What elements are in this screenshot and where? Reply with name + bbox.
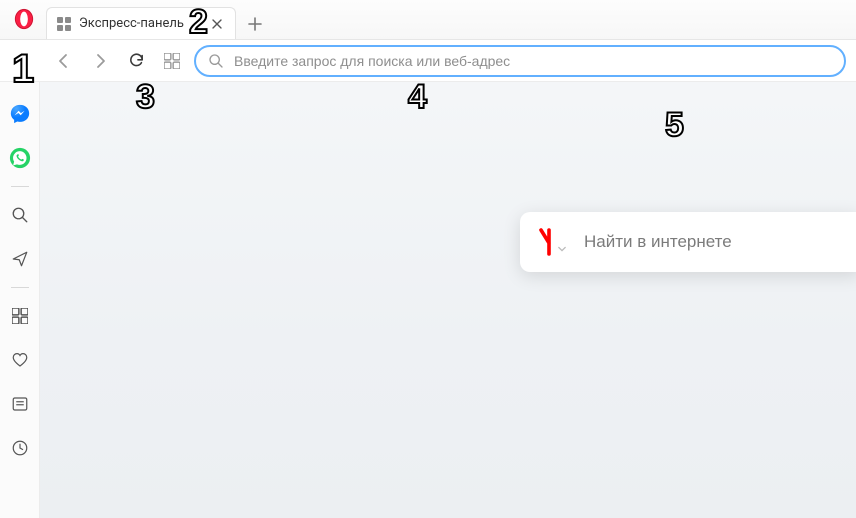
address-input[interactable] [234, 53, 832, 69]
search-icon [11, 206, 29, 224]
browser-window: Экспресс-панель [0, 0, 856, 518]
tab-title: Экспресс-панель [79, 16, 184, 31]
forward-button[interactable] [86, 47, 114, 75]
speed-dial-icon [12, 308, 28, 324]
sidebar-item-search[interactable] [0, 193, 40, 237]
chevron-down-icon [558, 245, 566, 253]
whatsapp-icon [9, 147, 31, 169]
body-area [0, 82, 856, 518]
opera-menu-button[interactable] [10, 5, 38, 33]
sidebar-item-speed-dial[interactable] [0, 294, 40, 338]
tab-bar: Экспресс-панель [0, 0, 856, 40]
new-tab-button[interactable] [240, 9, 270, 39]
search-widget-input[interactable] [584, 232, 844, 252]
reload-button[interactable] [122, 47, 150, 75]
chevron-right-icon [92, 53, 108, 69]
heart-icon [11, 351, 29, 369]
plus-icon [248, 17, 262, 31]
sidebar-item-news[interactable] [0, 382, 40, 426]
sidebar [0, 82, 40, 518]
sidebar-item-history[interactable] [0, 426, 40, 470]
sidebar-separator [11, 186, 29, 187]
toolbar [0, 40, 856, 82]
close-icon [212, 19, 222, 29]
sidebar-item-flow[interactable] [0, 237, 40, 281]
sidebar-item-bookmarks[interactable] [0, 338, 40, 382]
opera-logo-icon [13, 8, 35, 30]
address-bar[interactable] [194, 45, 846, 77]
yandex-logo [536, 228, 566, 256]
speed-dial-icon [164, 53, 180, 69]
history-icon [11, 439, 29, 457]
tab-speed-dial[interactable]: Экспресс-панель [46, 7, 236, 39]
search-icon [208, 53, 224, 69]
speed-dial-toolbar-button[interactable] [158, 47, 186, 75]
speed-dial-icon [57, 17, 71, 31]
send-icon [11, 250, 29, 268]
back-button[interactable] [50, 47, 78, 75]
speed-dial-content [40, 82, 856, 518]
sidebar-item-messenger[interactable] [0, 92, 40, 136]
search-widget[interactable] [520, 212, 856, 272]
yandex-icon [536, 228, 556, 256]
reload-icon [128, 52, 145, 69]
tab-close-button[interactable] [209, 16, 225, 32]
sidebar-separator [11, 287, 29, 288]
messenger-icon [9, 103, 31, 125]
news-icon [11, 395, 29, 413]
sidebar-item-whatsapp[interactable] [0, 136, 40, 180]
chevron-left-icon [56, 53, 72, 69]
